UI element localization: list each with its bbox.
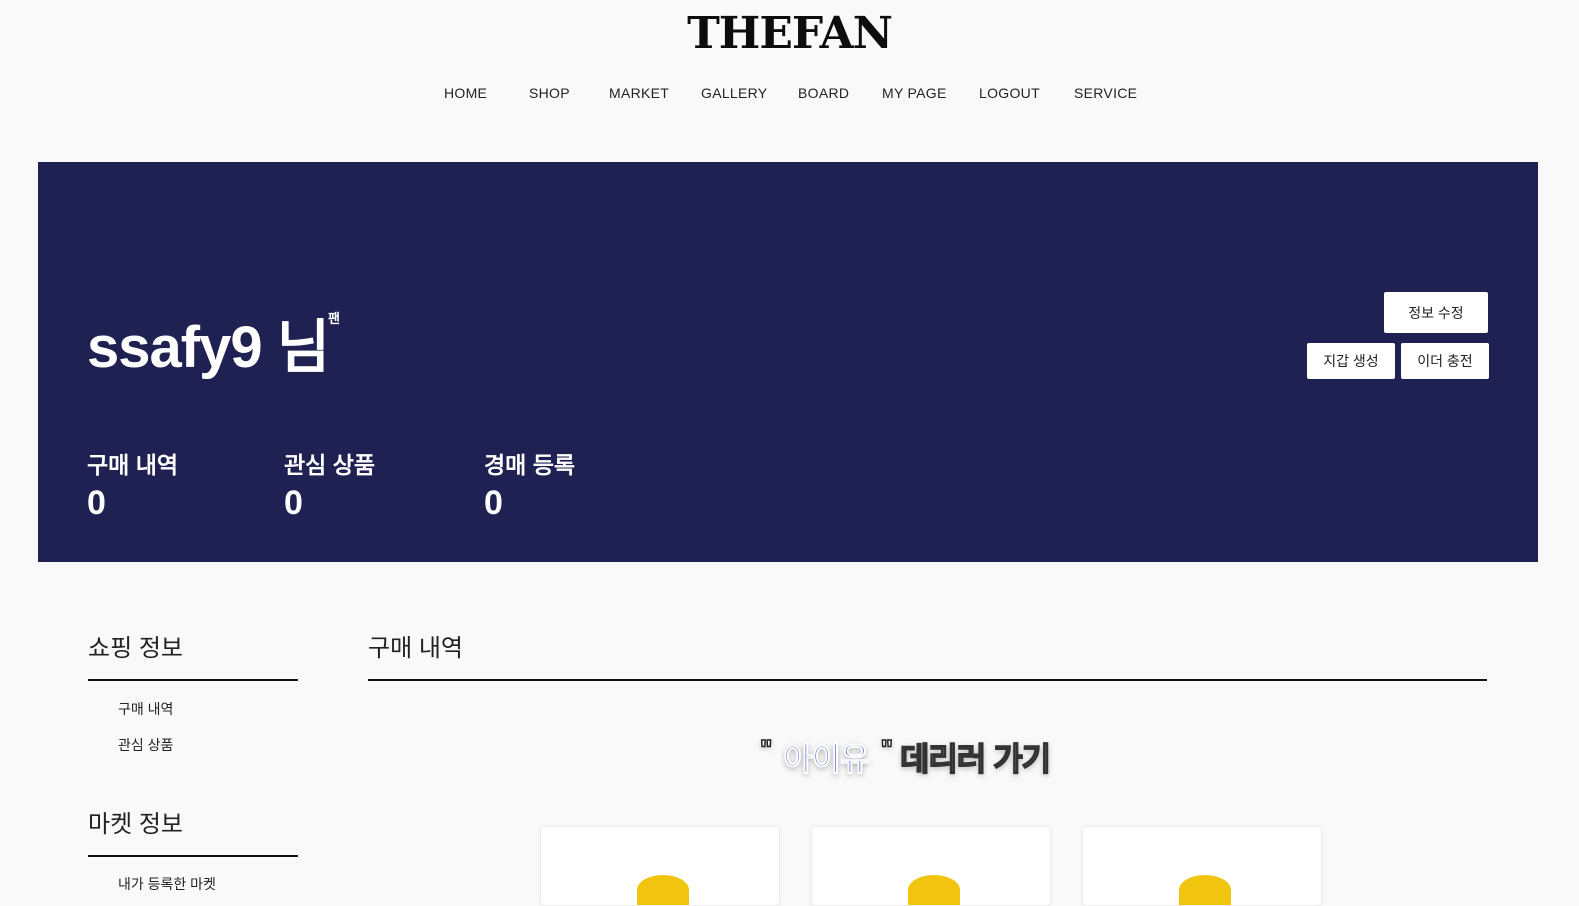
sidebar-divider xyxy=(88,679,298,681)
stat-value-wishlist: 0 xyxy=(284,484,303,522)
nav-my-page[interactable]: MY PAGE xyxy=(882,85,947,101)
main-nav: HOME SHOP MARKET GALLERY BOARD MY PAGE L… xyxy=(0,85,1579,105)
nav-shop[interactable]: SHOP xyxy=(529,85,570,101)
stat-value-purchases: 0 xyxy=(87,484,106,522)
artist-banner: " 아이유 " 데리러 가기 xyxy=(759,733,1052,778)
nav-home[interactable]: HOME xyxy=(444,85,487,101)
banner-text: 데리러 가기 xyxy=(899,740,1052,778)
sidebar-shopping-title: 쇼핑 정보 xyxy=(88,635,183,662)
close-quote: " xyxy=(880,733,894,765)
product-card[interactable] xyxy=(540,826,780,906)
edit-profile-button[interactable]: 정보 수정 xyxy=(1384,292,1488,333)
sidebar-market-title: 마켓 정보 xyxy=(88,811,183,838)
stat-label-wishlist[interactable]: 관심 상품 xyxy=(284,446,375,480)
username-heading: ssafy9 님 xyxy=(87,315,330,380)
charge-ether-button[interactable]: 이더 충전 xyxy=(1401,343,1489,379)
sidebar-divider xyxy=(88,855,298,857)
site-logo[interactable]: THEFAN xyxy=(0,8,1579,59)
product-thumbnail xyxy=(908,875,960,905)
product-thumbnail xyxy=(1179,875,1231,905)
sidebar-item-my-market[interactable]: 내가 등록한 마켓 xyxy=(118,874,216,894)
product-card[interactable] xyxy=(811,826,1051,906)
nav-market[interactable]: MARKET xyxy=(609,85,669,101)
stat-label-auctions[interactable]: 경매 등록 xyxy=(484,446,575,480)
create-wallet-button[interactable]: 지갑 생성 xyxy=(1307,343,1395,379)
stat-label-purchases[interactable]: 구매 내역 xyxy=(87,446,178,480)
nav-board[interactable]: BOARD xyxy=(798,85,849,101)
profile-hero: ssafy9 님 팬 정보 수정 지갑 생성 이더 충전 구매 내역 0 관심 … xyxy=(38,162,1538,562)
nav-service[interactable]: SERVICE xyxy=(1074,85,1137,101)
section-divider xyxy=(368,679,1487,681)
sidebar-item-wishlist[interactable]: 관심 상품 xyxy=(118,735,173,755)
artist-name[interactable]: 아이유 xyxy=(783,741,870,778)
product-thumbnail xyxy=(637,875,689,905)
user-tier-badge: 팬 xyxy=(328,311,340,326)
section-title: 구매 내역 xyxy=(368,635,463,662)
product-card[interactable] xyxy=(1082,826,1322,906)
nav-logout[interactable]: LOGOUT xyxy=(979,85,1040,101)
sidebar-item-purchases[interactable]: 구매 내역 xyxy=(118,699,173,719)
nav-gallery[interactable]: GALLERY xyxy=(701,85,767,101)
stat-value-auctions: 0 xyxy=(484,484,503,522)
open-quote: " xyxy=(759,733,773,765)
